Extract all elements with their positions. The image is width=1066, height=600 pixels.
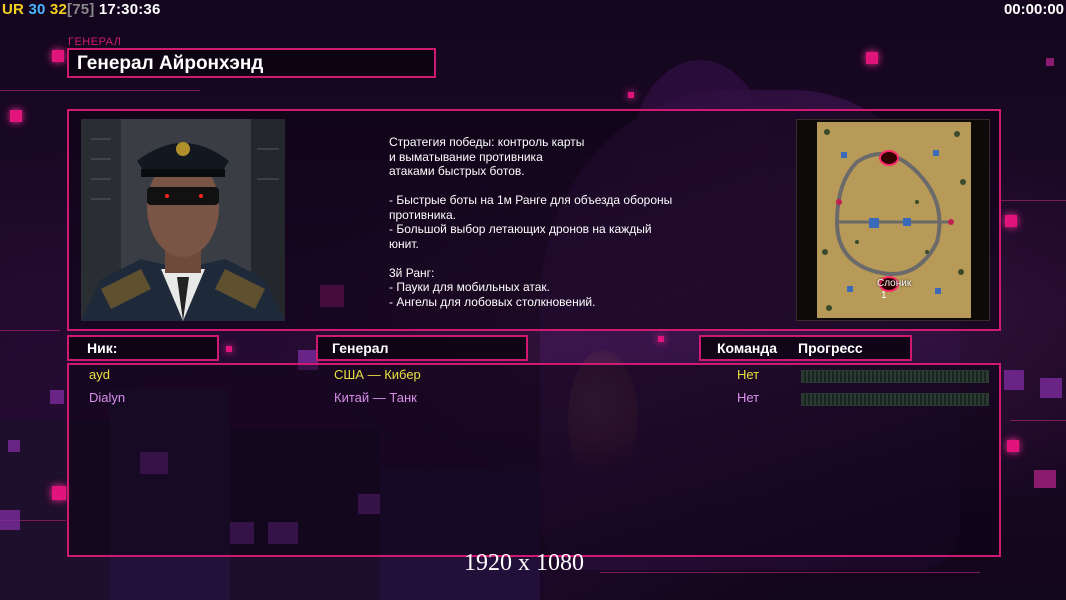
system-clock: 17:30:36: [98, 1, 161, 18]
strategy-text: Стратегия победы: контроль карты и вымат…: [389, 135, 673, 309]
player-general: Китай — Танк: [334, 390, 417, 405]
header-nick: Ник:: [67, 335, 219, 361]
player-team: Нет: [737, 367, 760, 382]
loading-progress-bar: [801, 393, 989, 406]
general-tag: ГЕНЕРАЛ: [68, 36, 122, 48]
player-row: ayd США — Кибер Нет: [69, 367, 999, 385]
general-info-panel: Стратегия победы: контроль карты и вымат…: [67, 109, 1001, 331]
player-list: ayd США — Кибер Нет Dialyn Китай — Танк …: [67, 363, 1001, 557]
player-general: США — Кибер: [334, 367, 421, 382]
header-general: Генерал: [316, 335, 528, 361]
header-team-label: Команда: [717, 340, 777, 356]
header-progress-label: Прогресс: [798, 340, 863, 356]
header-general-label: Генерал: [332, 340, 389, 356]
player-row: Dialyn Китай — Танк Нет: [69, 390, 999, 408]
map-player-slot: 1: [881, 290, 887, 301]
player-nick: ayd: [89, 367, 110, 382]
fps-target: 32: [49, 1, 68, 18]
fps-value: 30: [28, 1, 46, 18]
header-nick-label: Ник:: [87, 340, 118, 356]
game-timer: 00:00:00: [1003, 1, 1064, 18]
player-nick: Dialyn: [89, 390, 126, 405]
player-team: Нет: [737, 390, 760, 405]
fps-bracket: [75]: [67, 1, 95, 18]
minimap: Слоник 1: [796, 119, 990, 321]
general-title-box: Генерал Айронхэнд: [67, 48, 436, 78]
ur-label: UR: [2, 1, 25, 18]
map-name: Слоник: [877, 278, 912, 289]
header-team-progress: Команда Прогресс: [699, 335, 912, 361]
resolution-label: 1920 x 1080: [464, 550, 584, 576]
general-portrait: [81, 119, 285, 321]
fps-counter: UR 30 32[75] 17:30:36: [2, 1, 161, 18]
general-name: Генерал Айронхэнд: [77, 53, 264, 74]
loading-progress-bar: [801, 370, 989, 383]
